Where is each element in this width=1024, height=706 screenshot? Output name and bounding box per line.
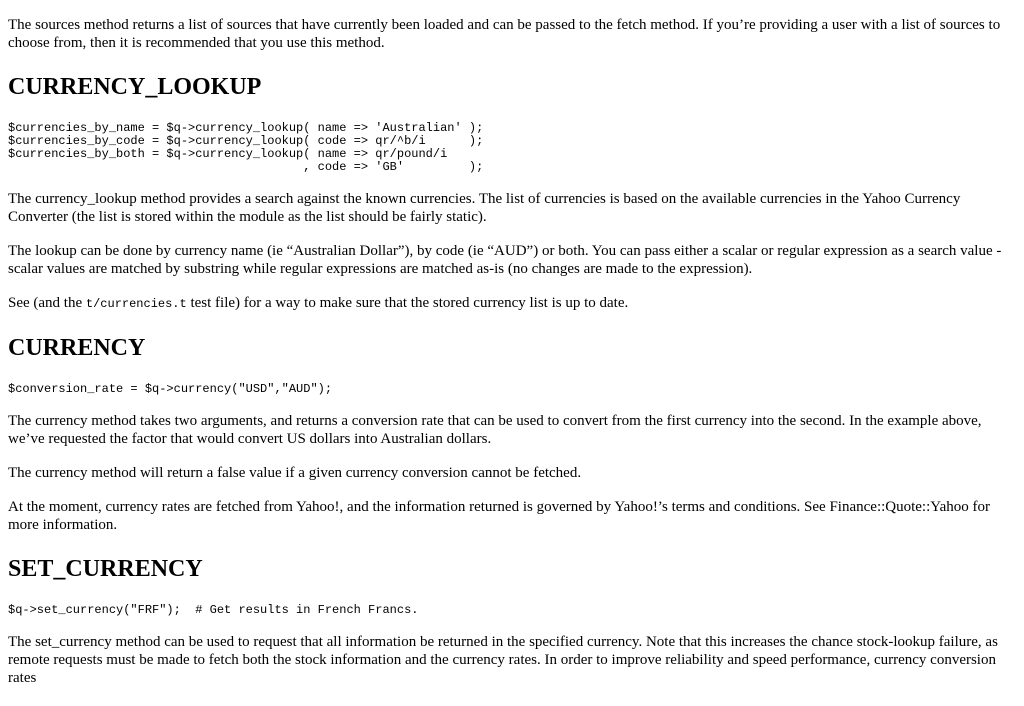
- test-file-text-after: test file) for a way to make sure that t…: [186, 295, 629, 311]
- currency-lookup-heading: CURRENCY_LOOKUP: [8, 74, 262, 100]
- currency-code-block: $conversion_rate = $q->currency("USD","A…: [8, 382, 333, 396]
- currency-lookup-search-paragraph: The lookup can be done by currency name …: [8, 243, 1002, 277]
- test-file-text-before: See (and the: [8, 295, 86, 311]
- intro-paragraph: The sources method returns a list of sou…: [8, 17, 1001, 51]
- currency-lookup-code-block: $currencies_by_name = $q->currency_looku…: [8, 121, 484, 174]
- currency-false-value-paragraph: The currency method will return a false …: [8, 465, 582, 481]
- set-currency-code-block: $q->set_currency("FRF"); # Get results i…: [8, 603, 419, 617]
- currency-heading: CURRENCY: [8, 335, 146, 361]
- set-currency-heading: SET_CURRENCY: [8, 556, 203, 582]
- currency-lookup-description: The currency_lookup method provides a se…: [8, 191, 961, 225]
- set-currency-description: The set_currency method can be used to r…: [8, 634, 998, 686]
- currency-lookup-test-file-paragraph: See (and the t/currencies.t test file) f…: [8, 294, 1016, 313]
- currency-yahoo-paragraph: At the moment, currency rates are fetche…: [8, 499, 990, 533]
- currency-description: The currency method takes two arguments,…: [8, 413, 982, 447]
- document-page: The sources method returns a list of sou…: [0, 16, 1024, 706]
- test-file-code: t/currencies.t: [85, 297, 187, 311]
